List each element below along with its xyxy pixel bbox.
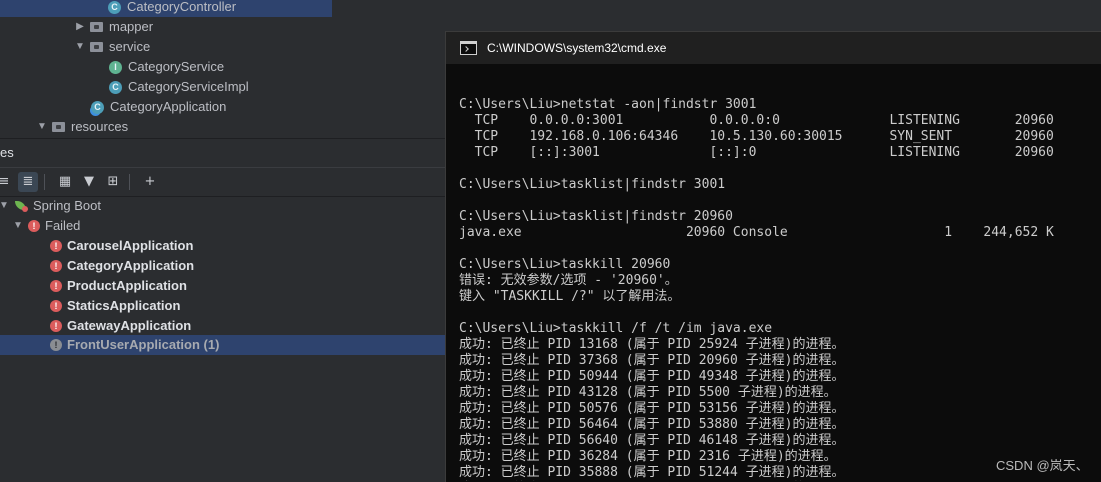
filter-icon[interactable]: ▼ — [79, 172, 99, 192]
tree-item-category-application[interactable]: C CategoryApplication — [91, 97, 226, 117]
toolbar-divider — [44, 174, 45, 190]
cmd-line: TCP 0.0.0.0:3001 0.0.0.0:0 LISTENING 209… — [459, 113, 1054, 128]
chevron-down-icon[interactable]: ▼ — [74, 37, 86, 57]
class-icon: C — [108, 0, 121, 14]
services-node-failed[interactable]: ▼ ! Failed — [12, 216, 80, 236]
tree-item-label: CategoryService — [128, 59, 225, 74]
new-tab-icon[interactable]: ⊞ — [103, 172, 123, 192]
tree-item-category-service-impl[interactable]: C CategoryServiceImpl — [109, 77, 249, 97]
tree-item-category-controller[interactable]: C CategoryController — [0, 0, 332, 17]
services-app-front-user[interactable]: ! FrontUserApplication (1) — [0, 335, 445, 355]
error-icon: ! — [50, 339, 62, 351]
services-app-label: ProductApplication — [67, 278, 187, 293]
cmd-line: C:\Users\Liu>tasklist|findstr 3001 — [459, 177, 726, 192]
cmd-line: C:\Users\Liu>netstat -aon|findstr 3001 — [459, 97, 757, 112]
chevron-right-icon[interactable]: ▶ — [74, 17, 86, 37]
tree-item-mapper[interactable]: ▶ mapper — [74, 17, 153, 37]
cmd-line: 成功: 已终止 PID 56640 (属于 PID 46148 子进程)的进程。 — [459, 433, 845, 448]
services-app-label: StaticsApplication — [67, 298, 181, 313]
tree-item-category-service[interactable]: I CategoryService — [109, 57, 224, 77]
cmd-window-title: C:\WINDOWS\system32\cmd.exe — [487, 41, 667, 55]
services-app-label: CarouselApplication — [67, 238, 194, 253]
interface-icon: I — [109, 60, 122, 74]
spring-app-class-icon: C — [91, 100, 104, 114]
cmd-titlebar[interactable]: C:\WINDOWS\system32\cmd.exe — [446, 32, 1101, 64]
chevron-down-icon[interactable]: ▼ — [0, 196, 10, 216]
cmd-window[interactable]: C:\WINDOWS\system32\cmd.exe C:\Users\Liu… — [445, 31, 1101, 482]
error-icon: ! — [50, 260, 62, 272]
services-app-product[interactable]: ! ProductApplication — [50, 276, 187, 296]
cmd-output[interactable]: C:\Users\Liu>netstat -aon|findstr 3001 T… — [459, 81, 1099, 481]
class-icon: C — [109, 80, 122, 94]
tree-item-label: CategoryApplication — [110, 99, 227, 114]
chevron-down-icon[interactable]: ▼ — [12, 216, 24, 236]
services-toolbar: ≡ ≣ ▦ ▼ ⊞ + — [0, 167, 445, 197]
expand-all-icon[interactable]: ≡ — [0, 172, 14, 192]
collapse-all-icon[interactable]: ≣ — [18, 172, 38, 192]
tree-item-label: service — [109, 39, 151, 54]
folder-icon — [90, 42, 103, 52]
services-node-label: Spring Boot — [33, 198, 101, 213]
error-icon: ! — [50, 240, 62, 252]
cmd-line: 错误: 无效参数/选项 - '20960'。 — [459, 273, 678, 288]
cmd-line: 成功: 已终止 PID 37368 (属于 PID 20960 子进程)的进程。 — [459, 353, 845, 368]
cmd-line: C:\Users\Liu>taskkill 20960 — [459, 257, 671, 272]
cmd-line: 成功: 已终止 PID 43128 (属于 PID 5500 子进程)的进程。 — [459, 385, 837, 400]
cmd-line: C:\Users\Liu>taskkill /f /t /im java.exe — [459, 321, 773, 336]
cmd-line: java.exe 20960 Console 1 244,652 K — [459, 225, 1054, 240]
chevron-down-icon[interactable]: ▼ — [36, 117, 48, 137]
folder-icon — [90, 22, 103, 32]
tree-item-service[interactable]: ▼ service — [74, 37, 150, 57]
cmd-line: TCP [::]:3001 [::]:0 LISTENING 20960 — [459, 145, 1054, 160]
cmd-line: 成功: 已终止 PID 50944 (属于 PID 49348 子进程)的进程。 — [459, 369, 845, 384]
tree-item-label: resources — [71, 119, 129, 134]
services-app-statics[interactable]: ! StaticsApplication — [50, 296, 180, 316]
cmd-line: 成功: 已终止 PID 56464 (属于 PID 53880 子进程)的进程。 — [459, 417, 845, 432]
spring-boot-icon — [14, 200, 28, 212]
services-node-spring-boot[interactable]: ▼ Spring Boot — [0, 196, 101, 216]
cmd-line: 成功: 已终止 PID 50576 (属于 PID 53156 子进程)的进程。 — [459, 401, 845, 416]
watermark: CSDN @岚天、 — [996, 458, 1089, 473]
toolbar-divider — [129, 174, 130, 190]
services-app-label: FrontUserApplication (1) — [67, 337, 220, 352]
group-by-icon[interactable]: ▦ — [55, 172, 75, 192]
error-icon: ! — [50, 320, 62, 332]
cmd-line: 成功: 已终止 PID 13168 (属于 PID 25924 子进程)的进程。 — [459, 337, 845, 352]
error-icon: ! — [28, 220, 40, 232]
services-panel: es ≡ ≣ ▦ ▼ ⊞ + ▼ Spring Boot ▼ ! Failed … — [0, 138, 445, 482]
add-icon[interactable]: + — [140, 172, 160, 192]
services-app-label: CategoryApplication — [67, 258, 195, 273]
error-icon: ! — [50, 280, 62, 292]
cmd-line: 成功: 已终止 PID 35888 (属于 PID 51244 子进程)的进程。 — [459, 465, 845, 480]
services-app-carousel[interactable]: ! CarouselApplication — [50, 236, 193, 256]
cmd-line: 成功: 已终止 PID 36284 (属于 PID 2316 子进程)的进程。 — [459, 449, 837, 464]
resources-folder-icon — [52, 122, 65, 132]
cmd-line: 键入 "TASKKILL /?" 以了解用法。 — [459, 289, 681, 304]
tree-item-label: CategoryController — [127, 0, 237, 14]
tree-item-label: CategoryServiceImpl — [128, 79, 249, 94]
error-icon: ! — [50, 300, 62, 312]
services-app-gateway[interactable]: ! GatewayApplication — [50, 316, 191, 336]
terminal-icon — [460, 41, 477, 55]
cmd-line: C:\Users\Liu>tasklist|findstr 20960 — [459, 209, 733, 224]
tree-item-resources[interactable]: ▼ resources — [36, 117, 128, 137]
services-app-category[interactable]: ! CategoryApplication — [50, 256, 194, 276]
cmd-line: TCP 192.168.0.106:64346 10.5.130.60:3001… — [459, 129, 1054, 144]
tree-item-label: mapper — [109, 19, 154, 34]
services-panel-title: es — [0, 145, 14, 160]
services-app-label: GatewayApplication — [67, 318, 192, 333]
services-node-label: Failed — [45, 218, 81, 233]
project-tree: C CategoryController ▶ mapper ▼ service … — [0, 0, 445, 138]
